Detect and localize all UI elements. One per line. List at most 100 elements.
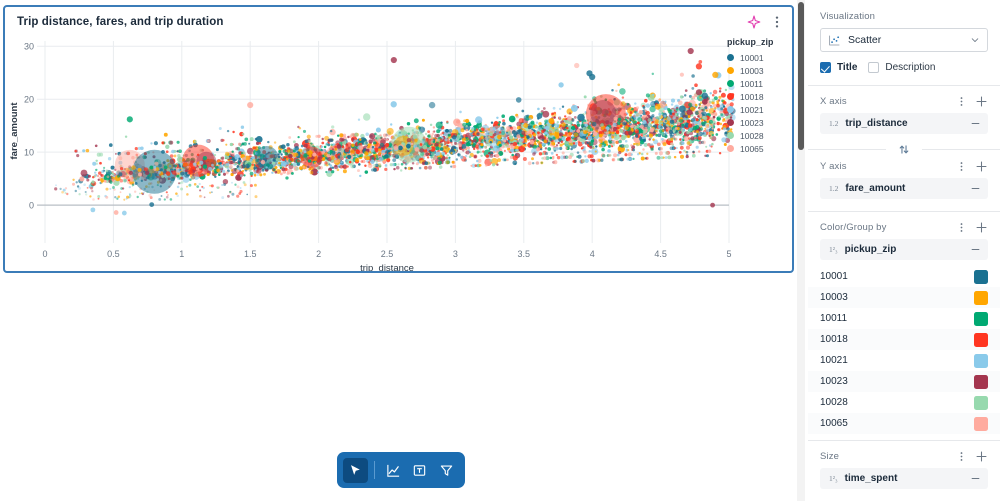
svg-text:3.5: 3.5	[518, 249, 531, 259]
color-value-row[interactable]: 10065	[808, 413, 1000, 434]
visualization-label: Visualization	[820, 11, 988, 22]
y-axis-label: Y axis	[820, 161, 847, 172]
color-swatch[interactable]	[974, 395, 988, 410]
settings-panel: Visualization Scatter Title Description …	[808, 0, 1000, 501]
legend-item[interactable]: 10023	[727, 116, 773, 129]
legend-color-dot	[727, 145, 734, 152]
y-axis-menu-icon[interactable]	[956, 160, 967, 173]
color-value-label: 10023	[820, 376, 848, 387]
legend-color-dot	[727, 93, 734, 100]
chart-card[interactable]: Trip distance, fares, and trip duration …	[3, 5, 794, 273]
y-axis-field-name: fare_amount	[845, 183, 906, 194]
text-box-icon	[414, 464, 426, 476]
text-tool-button[interactable]	[407, 458, 432, 483]
color-value-row[interactable]: 10021	[808, 350, 1000, 371]
size-add-icon[interactable]	[975, 450, 988, 463]
legend-item[interactable]: 10003	[727, 64, 773, 77]
svg-text:2: 2	[316, 249, 321, 259]
x-axis-menu-icon[interactable]	[956, 95, 967, 108]
color-value-label: 10065	[820, 418, 848, 429]
data-points	[54, 47, 736, 216]
cursor-icon	[350, 464, 360, 475]
y-axis-field-chip[interactable]: 1.2 fare_amount	[820, 178, 988, 199]
legend-item[interactable]: 10065	[727, 142, 773, 155]
y-axis-section-header: Y axis	[820, 160, 988, 173]
size-field-chip[interactable]: 1²₃ time_spent	[820, 468, 988, 489]
color-value-row[interactable]: 10028	[808, 392, 1000, 413]
filter-tool-button[interactable]	[434, 458, 459, 483]
color-group-menu-icon[interactable]	[956, 221, 967, 234]
color-swatch[interactable]	[974, 374, 988, 389]
title-checkbox[interactable]	[820, 62, 831, 73]
svg-text:2.5: 2.5	[381, 249, 394, 259]
color-swatch[interactable]	[974, 311, 988, 326]
color-swatch[interactable]	[974, 332, 988, 347]
svg-text:1: 1	[179, 249, 184, 259]
visualization-type-select[interactable]: Scatter	[820, 28, 988, 52]
legend-item[interactable]: 10001	[727, 51, 773, 64]
legend-color-dot	[727, 54, 734, 61]
x-axis-label: X axis	[820, 96, 847, 107]
size-label: Size	[820, 451, 840, 462]
legend-item[interactable]: 10018	[727, 90, 773, 103]
color-group-remove-icon[interactable]	[970, 244, 981, 255]
legend-color-dot	[727, 132, 734, 139]
legend-item-label: 10011	[740, 78, 764, 89]
size-menu-icon[interactable]	[956, 450, 967, 463]
legend-item-label: 10018	[740, 91, 764, 102]
color-swatch[interactable]	[974, 290, 988, 305]
swap-axes-icon[interactable]	[898, 143, 911, 156]
svg-text:0.5: 0.5	[107, 249, 120, 259]
size-section-header: Size	[820, 450, 988, 463]
svg-text:0: 0	[29, 200, 34, 210]
color-value-row[interactable]: 10018	[808, 329, 1000, 350]
y-axis-add-icon[interactable]	[975, 160, 988, 173]
x-axis-field-chip[interactable]: 1.2 trip_distance	[820, 113, 988, 134]
size-remove-icon[interactable]	[970, 473, 981, 484]
color-swatch[interactable]	[974, 353, 988, 368]
line-chart-icon	[386, 464, 399, 477]
legend-color-dot	[727, 106, 734, 113]
kebab-menu-icon[interactable]	[770, 15, 784, 29]
size-field-type-badge: 1²₃	[829, 474, 838, 483]
title-checkbox-label: Title	[837, 62, 858, 73]
color-value-row[interactable]: 10001	[808, 266, 1000, 287]
color-value-row[interactable]: 10023	[808, 371, 1000, 392]
x-axis-remove-icon[interactable]	[970, 118, 981, 129]
y-axis-remove-icon[interactable]	[970, 183, 981, 194]
svg-text:20: 20	[24, 94, 34, 104]
color-group-section-header: Color/Group by	[820, 221, 988, 234]
color-swatch[interactable]	[974, 269, 988, 284]
page-scrollbar-thumb[interactable]	[798, 2, 804, 150]
color-value-row[interactable]: 10011	[808, 308, 1000, 329]
swap-divider-left	[808, 149, 886, 150]
legend-item-label: 10001	[740, 52, 764, 63]
svg-text:3: 3	[453, 249, 458, 259]
x-axis-add-icon[interactable]	[975, 95, 988, 108]
select-tool-button[interactable]	[343, 457, 368, 483]
svg-text:1.5: 1.5	[244, 249, 257, 259]
legend-color-dot	[727, 80, 734, 87]
color-group-field-chip[interactable]: 1²₃ pickup_zip	[820, 239, 988, 260]
color-swatch[interactable]	[974, 416, 988, 431]
svg-text:fare_amount: fare_amount	[9, 102, 20, 160]
scatter-plot: 0 10 20 30 0 0.5 1 1.5 2 2.5 3 3.5 4 4.5 5 trip_distanc…	[5, 35, 792, 271]
description-checkbox[interactable]	[868, 62, 880, 73]
color-group-label: Color/Group by	[820, 222, 887, 233]
sparkle-icon[interactable]	[747, 15, 761, 29]
color-value-row[interactable]: 10003	[808, 287, 1000, 308]
legend-title: pickup_zip	[727, 37, 774, 47]
color-value-label: 10001	[820, 271, 848, 282]
legend-item[interactable]: 10011	[727, 77, 773, 90]
chart-tool-button[interactable]	[381, 458, 406, 483]
color-group-add-icon[interactable]	[975, 221, 988, 234]
x-axis-section-header: X axis	[820, 95, 988, 108]
legend-color-dot	[727, 119, 734, 126]
legend-item-label: 10021	[740, 104, 764, 115]
visualization-editor: Trip distance, fares, and trip duration …	[0, 0, 1000, 501]
svg-text:0: 0	[42, 249, 47, 259]
legend-item[interactable]: 10021	[727, 103, 773, 116]
scatter-chart-icon	[829, 35, 840, 45]
legend-item[interactable]: 10028	[727, 129, 773, 142]
description-checkbox-label: Description	[885, 62, 936, 73]
